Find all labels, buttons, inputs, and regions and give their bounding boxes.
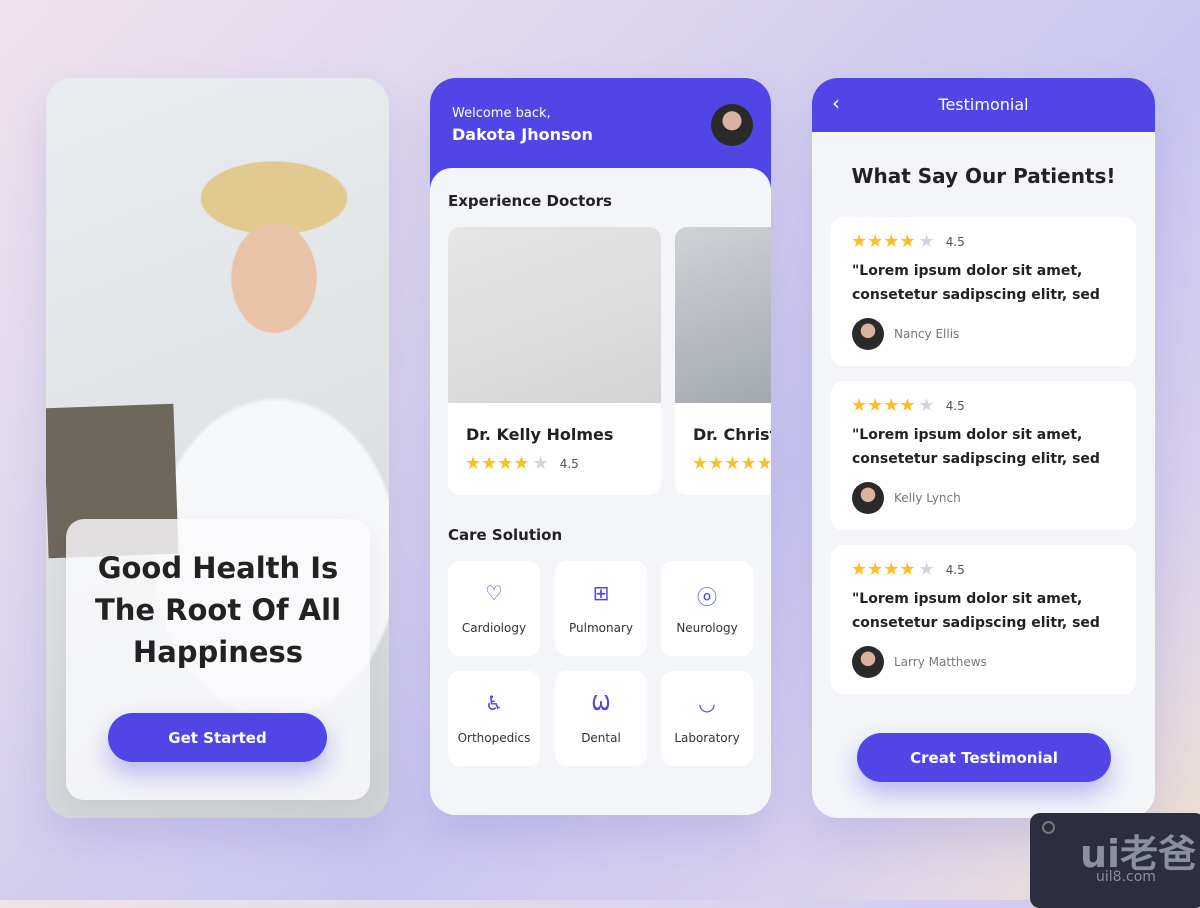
care-neurology[interactable]: ⓞ Neurology <box>661 561 753 656</box>
user-name: Dakota Jhonson <box>452 125 593 144</box>
watermark: ui老爸 uil8.com <box>1030 813 1200 908</box>
patient-avatar <box>852 646 884 678</box>
create-testimonial-button[interactable]: Creat Testimonial <box>857 733 1111 782</box>
xray-icon: ⊞ <box>592 581 610 605</box>
home-screen: Welcome back, Dakota Jhonson Experience … <box>430 78 771 815</box>
testimonial-quote: "Lorem ipsum dolor sit amet, consetetur … <box>852 263 1100 303</box>
rating-stars: ★★★★ ★ 4.5 <box>851 231 965 252</box>
screen-title: Testimonial <box>938 95 1029 114</box>
rating-stars: ★★★★ ★ 4.5 <box>851 559 965 580</box>
care-dental[interactable]: Ѡ Dental <box>555 671 647 766</box>
hero-panel: Good Health Is The Root Of All Happiness… <box>66 519 370 800</box>
rating-value: 4.5 <box>559 456 579 471</box>
ring-icon <box>1042 821 1055 834</box>
doctor-card[interactable]: Dr. Christi ★★★★★ <box>675 227 771 495</box>
patient-name: Nancy Ellis <box>894 327 960 341</box>
testimonial-quote: "Lorem ipsum dolor sit amet, consetetur … <box>852 427 1100 467</box>
rating-stars: ★★★★ ★ 4.5 <box>465 453 579 474</box>
care-pulmonary[interactable]: ⊞ Pulmonary <box>555 561 647 656</box>
rating-value: 4.5 <box>945 398 965 413</box>
care-orthopedics[interactable]: ♿ Orthopedics <box>448 671 540 766</box>
doctor-name: Dr. Kelly Holmes <box>466 425 614 444</box>
testimonial-card: ★★★★ ★ 4.5 "Lorem ipsum dolor sit amet, co… <box>831 381 1136 530</box>
section-title-care: Care Solution <box>448 526 563 544</box>
user-avatar[interactable] <box>711 104 753 146</box>
patient-name: Kelly Lynch <box>894 491 961 505</box>
welcome-text: Welcome back, <box>452 106 551 121</box>
care-label: Laboratory <box>674 731 740 745</box>
doctor-photo <box>675 227 771 403</box>
care-label: Cardiology <box>461 621 527 635</box>
tooth-icon: Ѡ <box>591 691 611 715</box>
patient-avatar <box>852 482 884 514</box>
rating-stars: ★★★★ ★ 4.5 <box>851 395 965 416</box>
care-label: Orthopedics <box>457 731 531 745</box>
rating-stars: ★★★★★ <box>692 453 771 474</box>
care-cardiology[interactable]: ♡ Cardiology <box>448 561 540 656</box>
mortar-icon: ◡ <box>698 691 716 715</box>
doctor-card[interactable]: Dr. Kelly Holmes ★★★★ ★ 4.5 <box>448 227 661 495</box>
rating-value: 4.5 <box>945 562 965 577</box>
doctor-photo <box>448 227 661 403</box>
heart-pulse-icon: ♡ <box>485 581 503 605</box>
testimonial-header: ‹ Testimonial <box>812 78 1155 132</box>
care-label: Pulmonary <box>569 621 633 635</box>
wheelchair-icon: ♿ <box>485 691 503 715</box>
get-started-button[interactable]: Get Started <box>108 713 327 762</box>
testimonial-quote: "Lorem ipsum dolor sit amet, consetetur … <box>852 591 1100 631</box>
brain-icon: ⓞ <box>697 585 717 609</box>
hero-headline: Good Health Is The Root Of All Happiness <box>94 551 342 669</box>
testimonial-heading: What Say Our Patients! <box>851 164 1116 188</box>
care-label: Dental <box>581 731 621 745</box>
rating-value: 4.5 <box>945 234 965 249</box>
onboarding-screen: Good Health Is The Root Of All Happiness… <box>46 78 389 818</box>
care-label: Neurology <box>676 621 738 635</box>
testimonial-card: ★★★★ ★ 4.5 "Lorem ipsum dolor sit amet, co… <box>831 217 1136 366</box>
patient-avatar <box>852 318 884 350</box>
testimonial-screen: ‹ Testimonial What Say Our Patients! ★★★… <box>812 78 1155 818</box>
care-laboratory[interactable]: ◡ Laboratory <box>661 671 753 766</box>
section-title-doctors: Experience Doctors <box>448 192 612 210</box>
doctor-name: Dr. Christi <box>693 425 771 444</box>
watermark-url: uil8.com <box>1096 869 1156 885</box>
patient-name: Larry Matthews <box>894 655 987 669</box>
testimonial-card: ★★★★ ★ 4.5 "Lorem ipsum dolor sit amet, co… <box>831 545 1136 694</box>
